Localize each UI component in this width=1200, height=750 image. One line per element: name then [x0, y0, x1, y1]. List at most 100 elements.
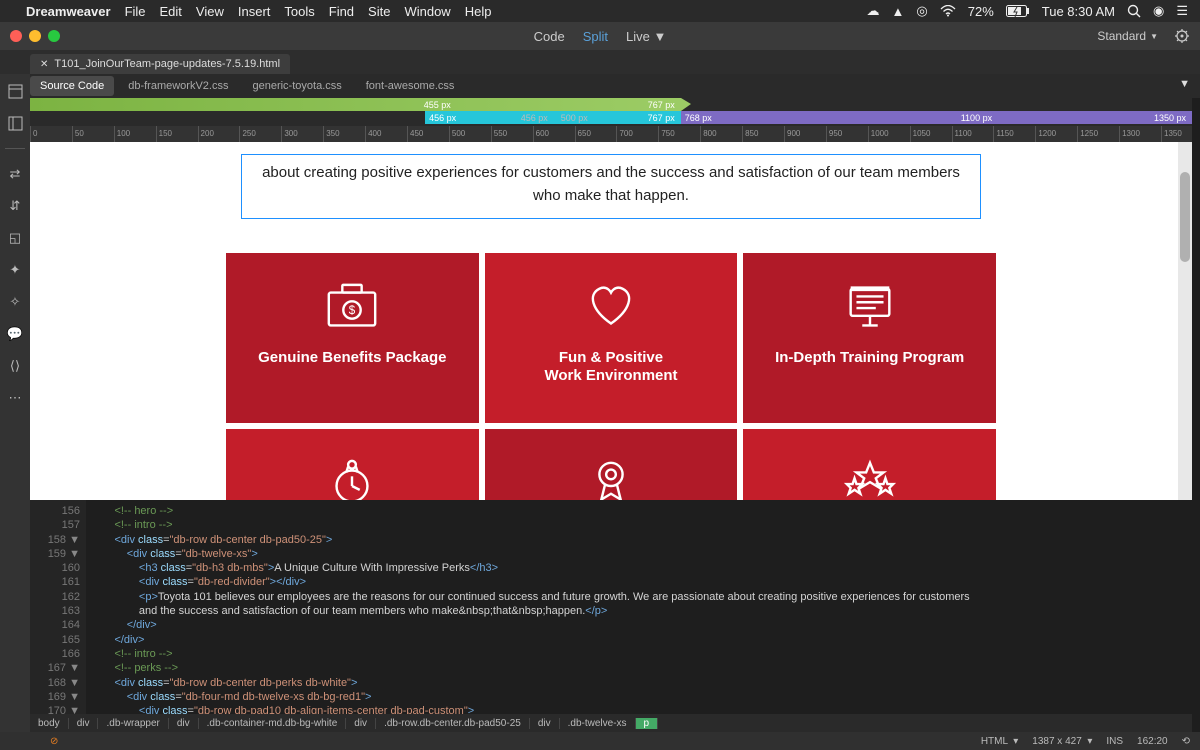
menu-view[interactable]: View: [196, 4, 224, 19]
code-view[interactable]: 156157158 ▼159 ▼160161162163164165166167…: [30, 500, 1192, 732]
media-query-bar[interactable]: 455 px 767 px 456 px 767 px 456 px 500 p…: [30, 98, 1192, 126]
comment-icon[interactable]: 💬: [6, 325, 24, 343]
code-line[interactable]: <div class="db-twelve-xs">: [90, 547, 1192, 561]
menu-find[interactable]: Find: [329, 4, 354, 19]
maximize-button[interactable]: [48, 30, 60, 42]
line-number[interactable]: 160: [30, 561, 80, 575]
breakpoint-purple[interactable]: 456 px 500 px 768 px 1100 px 1350 px: [681, 111, 1192, 124]
document-tab[interactable]: ✕ T101_JoinOurTeam-page-updates-7.5.19.h…: [30, 54, 290, 74]
selected-paragraph[interactable]: about creating positive experiences for …: [241, 154, 981, 219]
view-code[interactable]: Code: [534, 29, 565, 44]
perk-card[interactable]: Fun & PositiveWork Environment: [485, 253, 738, 423]
breakpoint-green[interactable]: 455 px 767 px: [30, 98, 681, 111]
filter-icon[interactable]: ▼: [1179, 78, 1190, 90]
code-line[interactable]: </div>: [90, 633, 1192, 647]
breadcrumb-item[interactable]: .db-twelve-xs: [560, 718, 636, 729]
close-button[interactable]: [10, 30, 22, 42]
breakpoint-cyan[interactable]: 456 px 767 px: [425, 111, 681, 124]
source-tab[interactable]: generic-toyota.css: [242, 76, 351, 96]
siri-icon[interactable]: ◉: [1153, 3, 1164, 19]
code-line[interactable]: <!-- hero -->: [90, 504, 1192, 518]
source-tab[interactable]: Source Code: [30, 76, 114, 96]
cloud-icon[interactable]: ☁: [867, 3, 880, 19]
settings-icon[interactable]: [1174, 28, 1190, 44]
ruler[interactable]: 0501001502002503003504004505005506006507…: [30, 126, 1192, 142]
line-number[interactable]: 167 ▼: [30, 661, 80, 675]
tag-breadcrumb[interactable]: bodydiv.db-wrapperdiv.db-container-md.db…: [30, 714, 1192, 732]
status-ins[interactable]: INS: [1106, 736, 1123, 747]
line-number[interactable]: 165: [30, 633, 80, 647]
control-center-icon[interactable]: ☰: [1176, 3, 1188, 19]
wand-icon[interactable]: ✧: [6, 293, 24, 311]
breadcrumb-item[interactable]: div: [169, 718, 199, 729]
view-split[interactable]: Split: [583, 29, 608, 44]
line-number[interactable]: 156: [30, 504, 80, 518]
line-number[interactable]: 169 ▼: [30, 690, 80, 704]
clock[interactable]: Tue 8:30 AM: [1042, 4, 1115, 19]
collapse-icon[interactable]: ⇄: [6, 165, 24, 183]
view-live[interactable]: Live ▼: [626, 29, 666, 44]
code-line[interactable]: and the success and satisfaction of our …: [90, 604, 1192, 618]
status-dims[interactable]: 1387 x 427 ▾: [1032, 736, 1092, 747]
line-number[interactable]: 163: [30, 604, 80, 618]
minimize-button[interactable]: [29, 30, 41, 42]
line-number[interactable]: 166: [30, 647, 80, 661]
line-number[interactable]: 164: [30, 618, 80, 632]
line-number[interactable]: 158 ▼: [30, 533, 80, 547]
spotlight-icon[interactable]: [1127, 4, 1141, 18]
menu-file[interactable]: File: [125, 4, 146, 19]
status-lang[interactable]: HTML ▾: [981, 736, 1018, 747]
perk-card[interactable]: [485, 429, 738, 501]
menu-help[interactable]: Help: [465, 4, 492, 19]
live-view[interactable]: about creating positive experiences for …: [30, 142, 1192, 500]
expand-icon[interactable]: ⇵: [6, 197, 24, 215]
code-line[interactable]: <!-- perks -->: [90, 661, 1192, 675]
breadcrumb-item[interactable]: .db-row.db-center.db-pad50-25: [376, 718, 530, 729]
dom-icon[interactable]: ⟨⟩: [6, 357, 24, 375]
menu-edit[interactable]: Edit: [160, 4, 182, 19]
perk-card[interactable]: $ Genuine Benefits Package: [226, 253, 479, 423]
manage-sites-icon[interactable]: [6, 114, 24, 132]
line-number[interactable]: 157: [30, 518, 80, 532]
breadcrumb-item[interactable]: .db-wrapper: [98, 718, 168, 729]
cc-icon[interactable]: ◎: [916, 3, 927, 19]
code-line[interactable]: <!-- intro -->: [90, 518, 1192, 532]
wifi-icon[interactable]: [940, 5, 956, 17]
line-number[interactable]: 159 ▼: [30, 547, 80, 561]
menu-insert[interactable]: Insert: [238, 4, 271, 19]
line-number[interactable]: 162: [30, 590, 80, 604]
code-line[interactable]: </div>: [90, 618, 1192, 632]
menu-site[interactable]: Site: [368, 4, 390, 19]
line-number[interactable]: 161: [30, 575, 80, 589]
app-name[interactable]: Dreamweaver: [26, 4, 111, 19]
workspace-selector[interactable]: Standard ▼: [1097, 29, 1158, 43]
live-scrollbar[interactable]: [1178, 142, 1192, 500]
breadcrumb-item[interactable]: p: [636, 718, 659, 729]
menu-tools[interactable]: Tools: [284, 4, 314, 19]
line-number[interactable]: 168 ▼: [30, 676, 80, 690]
perk-card[interactable]: [743, 429, 996, 501]
code-line[interactable]: <div class="db-row db-center db-perks db…: [90, 676, 1192, 690]
perk-card[interactable]: In-Depth Training Program: [743, 253, 996, 423]
breadcrumb-item[interactable]: div: [69, 718, 99, 729]
perk-card[interactable]: [226, 429, 479, 501]
scrollbar-thumb[interactable]: [1180, 172, 1190, 262]
code-line[interactable]: <h3 class="db-h3 db-mbs">A Unique Cultur…: [90, 561, 1192, 575]
source-tab[interactable]: font-awesome.css: [356, 76, 465, 96]
source-tab[interactable]: db-frameworkV2.css: [118, 76, 238, 96]
breadcrumb-item[interactable]: body: [30, 718, 69, 729]
breadcrumb-item[interactable]: .db-container-md.db-bg-white: [199, 718, 347, 729]
breadcrumb-item[interactable]: div: [346, 718, 376, 729]
app-status-icon[interactable]: ▲: [892, 4, 905, 19]
format-icon[interactable]: ✦: [6, 261, 24, 279]
close-tab-icon[interactable]: ✕: [40, 59, 48, 70]
code-gutter[interactable]: 156157158 ▼159 ▼160161162163164165166167…: [30, 500, 86, 732]
code-lines[interactable]: <!-- hero --> <!-- intro --> <div class=…: [90, 504, 1192, 732]
code-line[interactable]: <p>Toyota 101 believes our employees are…: [90, 590, 1192, 604]
status-sync-icon[interactable]: ⟲: [1182, 736, 1190, 747]
error-icon[interactable]: ⊘: [50, 736, 58, 747]
code-line[interactable]: <div class="db-four-md db-twelve-xs db-b…: [90, 690, 1192, 704]
code-line[interactable]: <div class="db-red-divider"></div>: [90, 575, 1192, 589]
menu-window[interactable]: Window: [404, 4, 450, 19]
file-panel-icon[interactable]: [6, 82, 24, 100]
